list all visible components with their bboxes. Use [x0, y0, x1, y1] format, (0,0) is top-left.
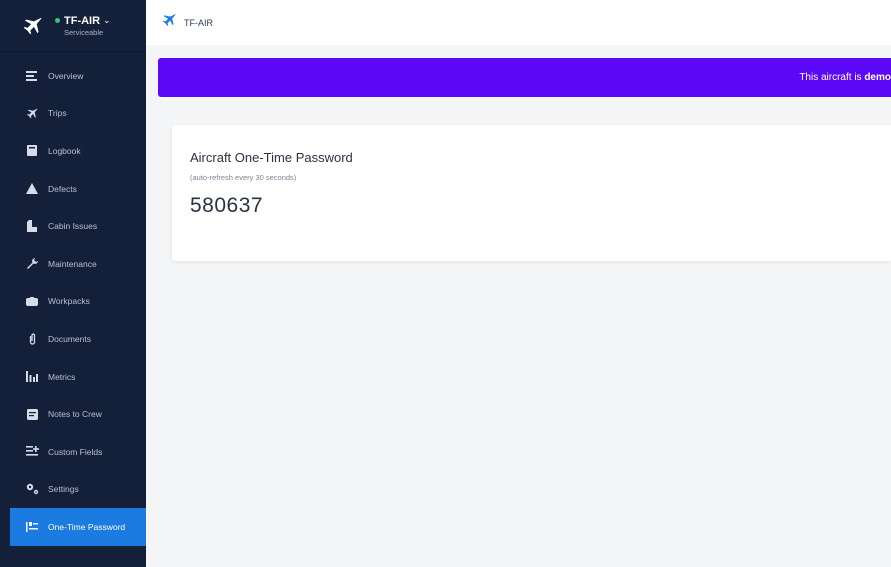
- sidebar-item-documents[interactable]: Documents: [0, 320, 146, 358]
- sidebar-item-label: Custom Fields: [48, 446, 103, 457]
- sidebar-item-label: One-Time Password: [48, 522, 126, 533]
- demo-banner: This aircraft is demo: [158, 58, 891, 97]
- sidebar-item-label: Workpacks: [48, 296, 90, 307]
- note-icon: [25, 407, 39, 421]
- sidebar-item-label: Defects: [48, 183, 77, 194]
- sidebar-item-metrics[interactable]: Metrics: [0, 358, 146, 396]
- gears-icon: [25, 482, 39, 496]
- sidebar-item-maintenance[interactable]: Maintenance: [0, 245, 146, 283]
- seat-icon: [25, 219, 39, 233]
- sidebar-item-workpacks[interactable]: Workpacks: [0, 283, 146, 321]
- status-dot: [55, 18, 60, 23]
- sidebar-item-label: Logbook: [48, 145, 81, 156]
- breadcrumb[interactable]: TF-AIR: [184, 18, 213, 28]
- sidebar-item-label: Metrics: [48, 371, 76, 382]
- list-icon: [25, 69, 39, 83]
- sidebar-item-logbook[interactable]: Logbook: [0, 132, 146, 170]
- plane-icon: [25, 106, 39, 120]
- book-icon: [25, 144, 39, 158]
- key-icon: [25, 520, 39, 534]
- aircraft-switcher[interactable]: TF-AIR ⌄ Serviceable: [0, 0, 146, 52]
- sidebar-nav: Overview Trips Logbook Defects Cabin Iss…: [0, 57, 146, 547]
- sidebar-item-label: Maintenance: [48, 258, 97, 269]
- aircraft-registration: TF-AIR: [64, 14, 101, 27]
- banner-emphasis: demo: [864, 72, 891, 83]
- sidebar-item-cabin-issues[interactable]: Cabin Issues: [0, 207, 146, 245]
- sidebar-item-settings[interactable]: Settings: [0, 471, 146, 509]
- wrench-icon: [25, 257, 39, 271]
- sidebar-item-label: Settings: [48, 484, 79, 495]
- sidebar-item-label: Trips: [48, 108, 67, 119]
- warning-icon: [25, 182, 39, 196]
- sidebar-item-label: Notes to Crew: [48, 409, 102, 420]
- add-list-icon: [25, 445, 39, 459]
- otp-subtitle: (auto-refresh every 30 seconds): [190, 173, 297, 182]
- sidebar-item-label: Overview: [48, 70, 84, 81]
- sidebar-item-label: Cabin Issues: [48, 221, 98, 232]
- sidebar-item-defects[interactable]: Defects: [0, 170, 146, 208]
- sidebar-item-custom-fields[interactable]: Custom Fields: [0, 433, 146, 471]
- aircraft-status: Serviceable: [64, 27, 104, 37]
- sidebar-item-notes-to-crew[interactable]: Notes to Crew: [0, 395, 146, 433]
- box-icon: [25, 294, 39, 308]
- top-bar: TF-AIR: [146, 0, 891, 45]
- paperclip-icon: [25, 332, 39, 346]
- banner-text: This aircraft is demo: [799, 72, 891, 83]
- plane-icon: [20, 13, 46, 39]
- sidebar-item-trips[interactable]: Trips: [0, 95, 146, 133]
- sidebar-item-label: Documents: [48, 333, 91, 344]
- plane-icon: [161, 12, 178, 33]
- otp-code: 580637: [190, 194, 264, 217]
- chevron-down-icon: ⌄: [103, 15, 111, 25]
- otp-title: Aircraft One-Time Password: [190, 150, 353, 165]
- sidebar-item-overview[interactable]: Overview: [0, 57, 146, 95]
- sidebar-item-one-time-password[interactable]: One-Time Password: [10, 508, 146, 547]
- sidebar: TF-AIR ⌄ Serviceable Overview Trips Logb…: [0, 0, 146, 567]
- bar-chart-icon: [25, 370, 39, 384]
- banner-text-prefix: This aircraft is: [799, 72, 865, 83]
- otp-card: Aircraft One-Time Password (auto-refresh…: [172, 125, 891, 261]
